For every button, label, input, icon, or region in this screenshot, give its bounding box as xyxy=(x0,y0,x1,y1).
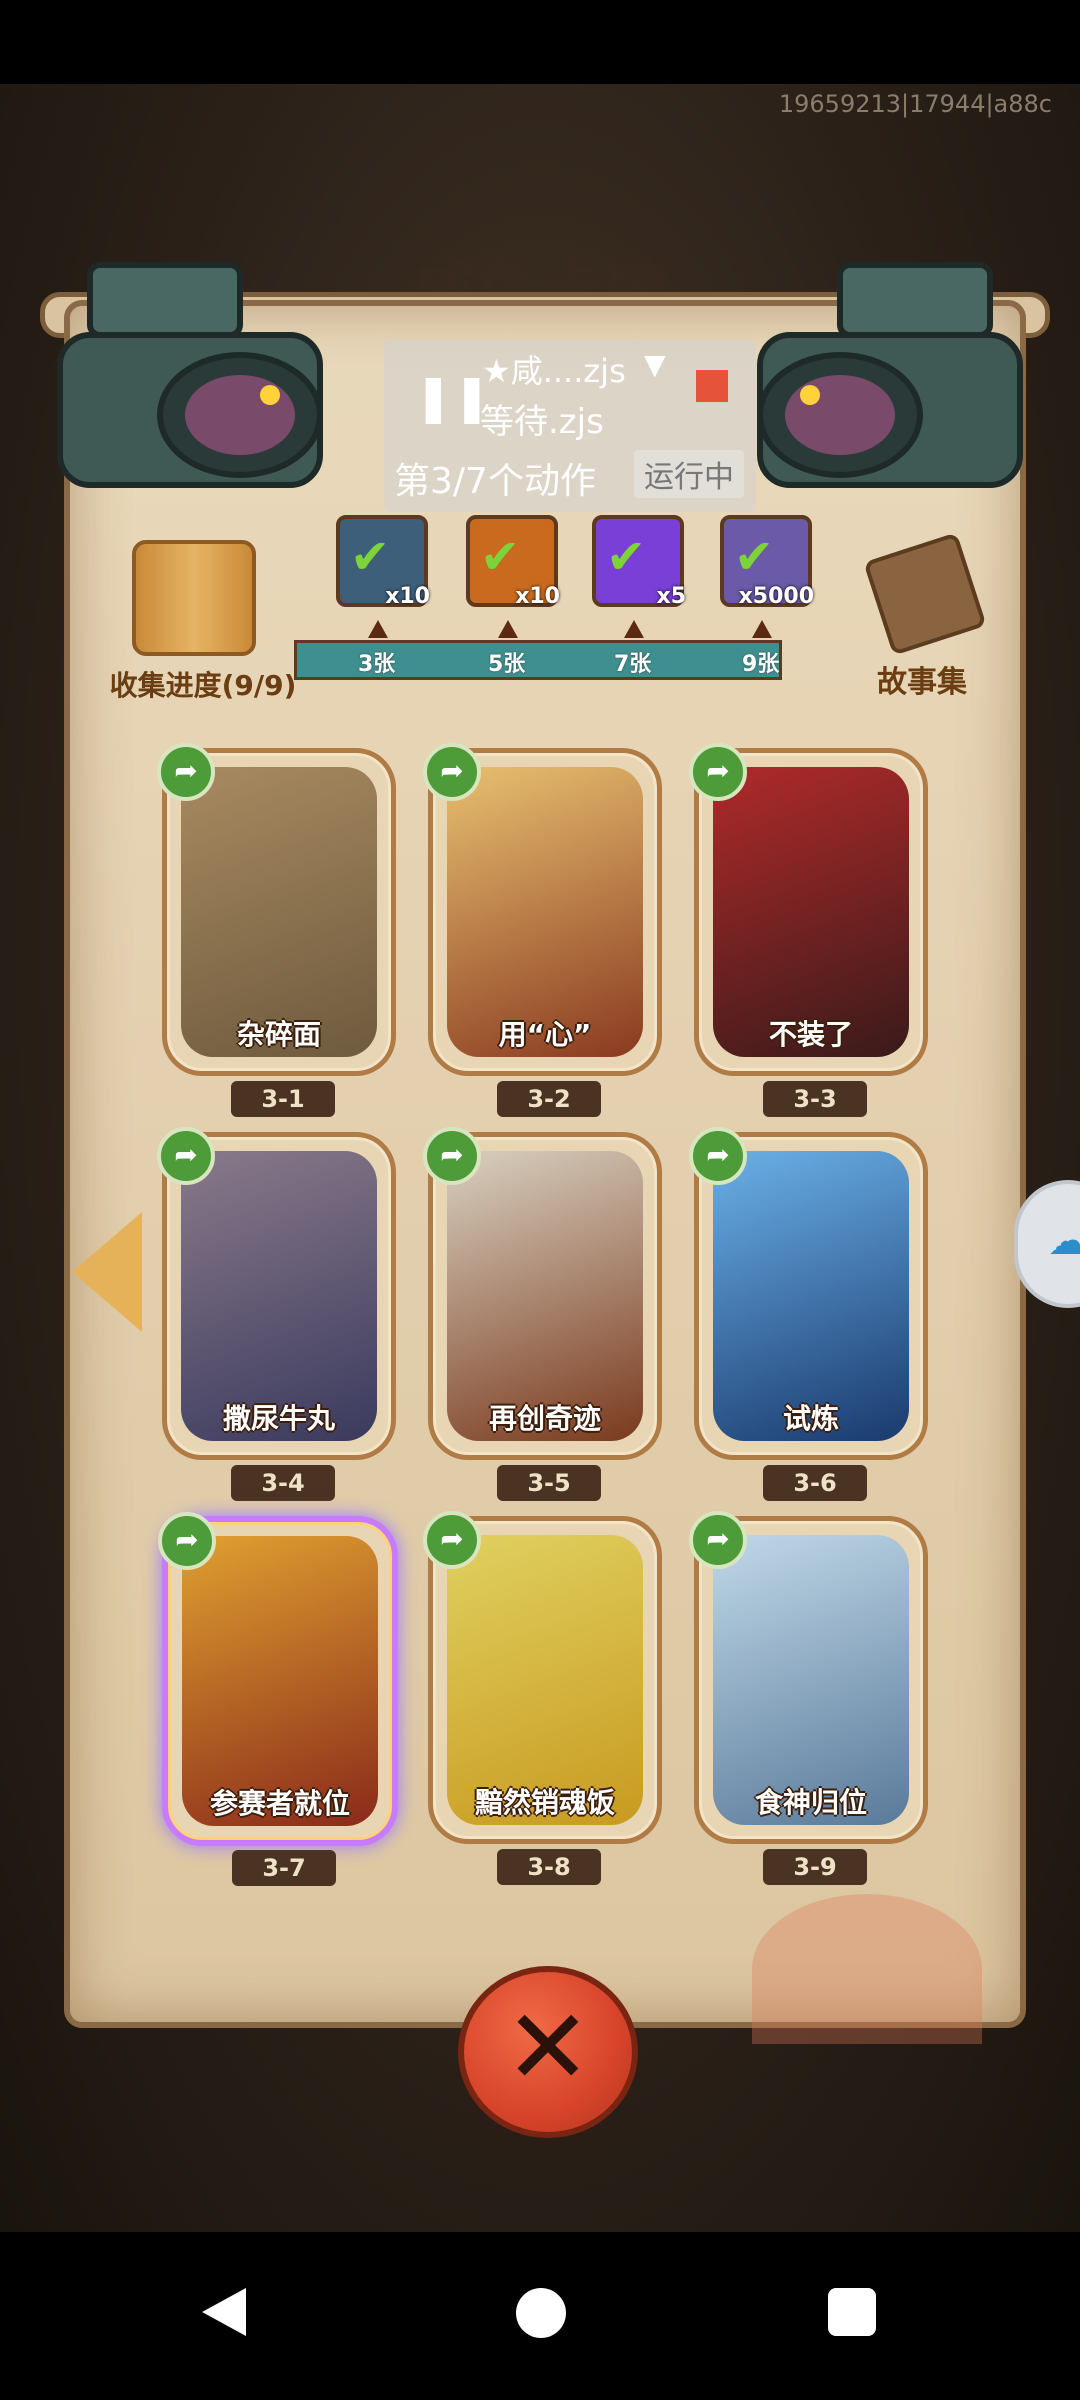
card-title: 撒尿牛丸 xyxy=(222,1402,335,1435)
share-icon[interactable]: ➦ xyxy=(689,743,747,801)
check-icon: ✔ xyxy=(350,529,391,585)
card-book-icon xyxy=(132,540,256,656)
story-collection-label: 故事集 xyxy=(877,665,967,700)
milestone-label: 9张 xyxy=(742,652,780,677)
reward-qty: x5 xyxy=(656,584,687,609)
card-number: 3-2 xyxy=(497,1081,601,1117)
card-title: 再创奇迹 xyxy=(488,1402,601,1435)
card-title: 食神归位 xyxy=(754,1786,867,1819)
card-title: 不装了 xyxy=(768,1018,853,1051)
script-step: 第3/7个动作 xyxy=(394,461,596,502)
milestone-marker xyxy=(368,620,388,638)
milestone-label: 7张 xyxy=(614,652,652,677)
reward-qty: x5000 xyxy=(738,584,814,609)
card-title: 用“心” xyxy=(498,1018,592,1051)
milestone-reward-3[interactable]: ✔ x5 xyxy=(592,515,687,609)
collect-progress[interactable]: 收集进度(9/9) xyxy=(108,540,298,704)
card-title: 杂碎面 xyxy=(236,1018,321,1051)
card-number: 3-9 xyxy=(763,1849,867,1885)
story-card-3-6[interactable]: 试炼 ➦ 3-6 xyxy=(689,1127,928,1501)
story-card-3-8[interactable]: 黯然销魂饭 ➦ 3-8 xyxy=(423,1511,662,1885)
milestone-label: 3张 xyxy=(358,652,396,677)
wax-stamp xyxy=(752,1894,982,2044)
share-icon[interactable]: ➦ xyxy=(423,1511,481,1569)
build-id: 19659213|17944|a88c xyxy=(778,90,1052,118)
dropdown-icon[interactable]: ▼ xyxy=(644,348,666,381)
cloud-icon: ☁ xyxy=(1048,1218,1080,1264)
collect-progress-label: 收集进度(9/9) xyxy=(109,669,297,702)
milestone-reward-4[interactable]: ✔ x5000 xyxy=(720,515,814,609)
card-number: 3-5 xyxy=(497,1465,601,1501)
card-title: 试炼 xyxy=(782,1402,839,1435)
recents-icon[interactable] xyxy=(828,2288,876,2336)
story-card-3-4[interactable]: 撒尿牛丸 ➦ 3-4 xyxy=(157,1127,396,1501)
story-card-3-9[interactable]: 食神归位 ➦ 3-9 xyxy=(689,1511,928,1885)
share-icon[interactable]: ➦ xyxy=(689,1127,747,1185)
running-badge: 运行中 xyxy=(634,450,744,498)
milestone-reward-1[interactable]: ✔ x10 xyxy=(336,515,430,609)
prev-chapter-arrow[interactable] xyxy=(72,1212,142,1332)
script-name[interactable]: ★咸....zjs xyxy=(482,346,626,392)
camera-fish-icon xyxy=(757,262,1023,488)
script-overlay: ❚❚ ★咸....zjs ▼ 等待.zjs 第3/7个动作 运行中 xyxy=(384,340,756,512)
story-collection-button[interactable]: 故事集 xyxy=(862,532,987,701)
reward-qty: x10 xyxy=(385,584,430,609)
story-card-3-2[interactable]: 用“心” ➦ 3-2 xyxy=(423,743,662,1117)
milestone-label: 5张 xyxy=(488,652,526,677)
check-icon: ✔ xyxy=(734,529,775,585)
share-icon[interactable]: ➦ xyxy=(158,1512,216,1570)
close-button[interactable]: ✕ xyxy=(458,1966,638,2138)
share-icon[interactable]: ➦ xyxy=(423,1127,481,1185)
milestone-marker xyxy=(498,620,518,638)
share-icon[interactable]: ➦ xyxy=(157,1127,215,1185)
card-title: 黯然销魂饭 xyxy=(474,1786,615,1819)
share-icon[interactable]: ➦ xyxy=(423,743,481,801)
card-number: 3-4 xyxy=(231,1465,335,1501)
story-card-3-7[interactable]: 参赛者就位 ➦ 3-7 xyxy=(158,1512,398,1886)
card-number: 3-7 xyxy=(232,1850,336,1886)
camera-fish-icon xyxy=(57,262,323,488)
system-navbar xyxy=(0,2232,1080,2400)
story-book-icon xyxy=(863,532,987,656)
milestone-reward-2[interactable]: ✔ x10 xyxy=(466,515,560,609)
stop-icon[interactable] xyxy=(696,370,728,402)
check-icon: ✔ xyxy=(480,529,521,585)
story-card-3-5[interactable]: 再创奇迹 ➦ 3-5 xyxy=(423,1127,662,1501)
share-icon[interactable]: ➦ xyxy=(689,1511,747,1569)
card-number: 3-8 xyxy=(497,1849,601,1885)
story-card-3-3[interactable]: 不装了 ➦ 3-3 xyxy=(689,743,928,1117)
story-card-3-1[interactable]: 杂碎面 ➦ 3-1 xyxy=(157,743,396,1117)
script-status: 等待.zjs xyxy=(480,402,604,442)
reward-qty: x10 xyxy=(515,584,560,609)
milestone-marker xyxy=(752,620,772,638)
back-icon[interactable] xyxy=(202,2288,246,2336)
card-number: 3-3 xyxy=(763,1081,867,1117)
home-icon[interactable] xyxy=(516,2288,566,2338)
milestone-marker xyxy=(624,620,644,638)
card-number: 3-1 xyxy=(231,1081,335,1117)
share-icon[interactable]: ➦ xyxy=(157,743,215,801)
card-number: 3-6 xyxy=(763,1465,867,1501)
check-icon: ✔ xyxy=(606,529,647,585)
card-title: 参赛者就位 xyxy=(209,1787,350,1820)
